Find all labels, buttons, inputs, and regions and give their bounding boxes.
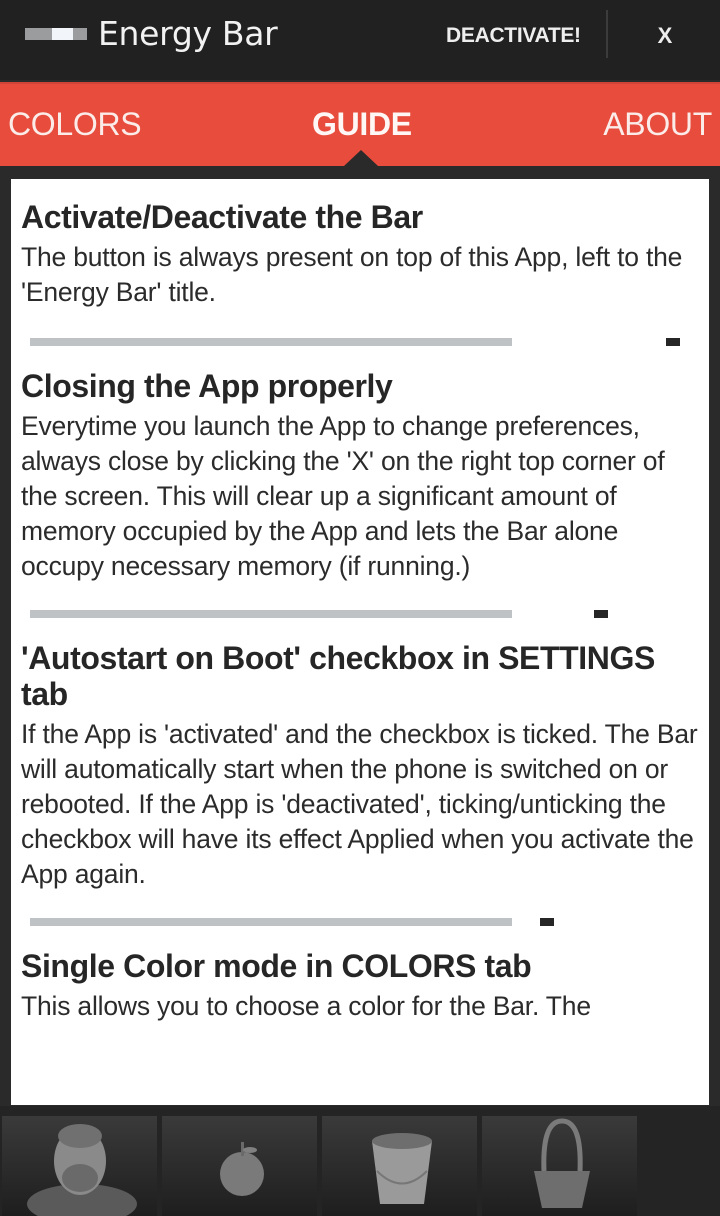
separator-track bbox=[30, 610, 512, 618]
section-title: 'Autostart on Boot' checkbox in SETTINGS… bbox=[21, 640, 655, 712]
section-title: Activate/Deactivate the Bar bbox=[21, 199, 423, 235]
guide-section: 'Autostart on Boot' checkbox in SETTINGS… bbox=[11, 640, 709, 892]
bucket-icon[interactable] bbox=[322, 1116, 477, 1216]
separator-marker bbox=[666, 338, 680, 346]
guide-section: Activate/Deactivate the Bar The button i… bbox=[11, 199, 709, 310]
active-tab-indicator bbox=[344, 150, 378, 166]
separator-marker bbox=[540, 918, 554, 926]
guide-content[interactable]: Activate/Deactivate the Bar The button i… bbox=[11, 179, 709, 1105]
section-separator bbox=[11, 334, 709, 348]
separator-track bbox=[30, 338, 512, 346]
section-separator bbox=[11, 914, 709, 928]
section-body: The button is always present on top of t… bbox=[21, 242, 683, 307]
character-icon[interactable] bbox=[2, 1116, 157, 1216]
section-body: This allows you to choose a color for th… bbox=[21, 991, 591, 1021]
apple-icon[interactable] bbox=[162, 1116, 317, 1216]
basket-icon[interactable] bbox=[482, 1116, 637, 1216]
tab-about[interactable]: ABOUT bbox=[603, 104, 712, 144]
deactivate-button[interactable]: DEACTIVATE! bbox=[440, 20, 587, 52]
energy-bar-app: Energy Bar DEACTIVATE! X COLORS GUIDE AB… bbox=[0, 0, 720, 1216]
action-bar-divider bbox=[606, 10, 608, 58]
separator-track bbox=[30, 918, 512, 926]
close-button[interactable]: X bbox=[640, 18, 690, 54]
bar-icon-highlight bbox=[52, 28, 73, 40]
guide-section: Single Color mode in COLORS tab This all… bbox=[11, 948, 709, 1024]
separator-marker bbox=[594, 610, 608, 618]
section-title: Closing the App properly bbox=[21, 368, 393, 404]
section-title: Single Color mode in COLORS tab bbox=[21, 948, 532, 984]
app-title: Energy Bar bbox=[98, 14, 278, 53]
section-body: If the App is 'activated' and the checkb… bbox=[21, 719, 698, 889]
action-bar: Energy Bar DEACTIVATE! X bbox=[0, 0, 720, 80]
tab-colors[interactable]: COLORS bbox=[8, 104, 142, 144]
guide-section: Closing the App properly Everytime you l… bbox=[11, 368, 709, 584]
section-body: Everytime you launch the App to change p… bbox=[21, 411, 665, 581]
tab-guide[interactable]: GUIDE bbox=[312, 104, 412, 144]
bottom-ad-strip bbox=[0, 1106, 720, 1216]
section-separator bbox=[11, 606, 709, 620]
energy-bar-toggle-icon[interactable] bbox=[25, 28, 87, 40]
